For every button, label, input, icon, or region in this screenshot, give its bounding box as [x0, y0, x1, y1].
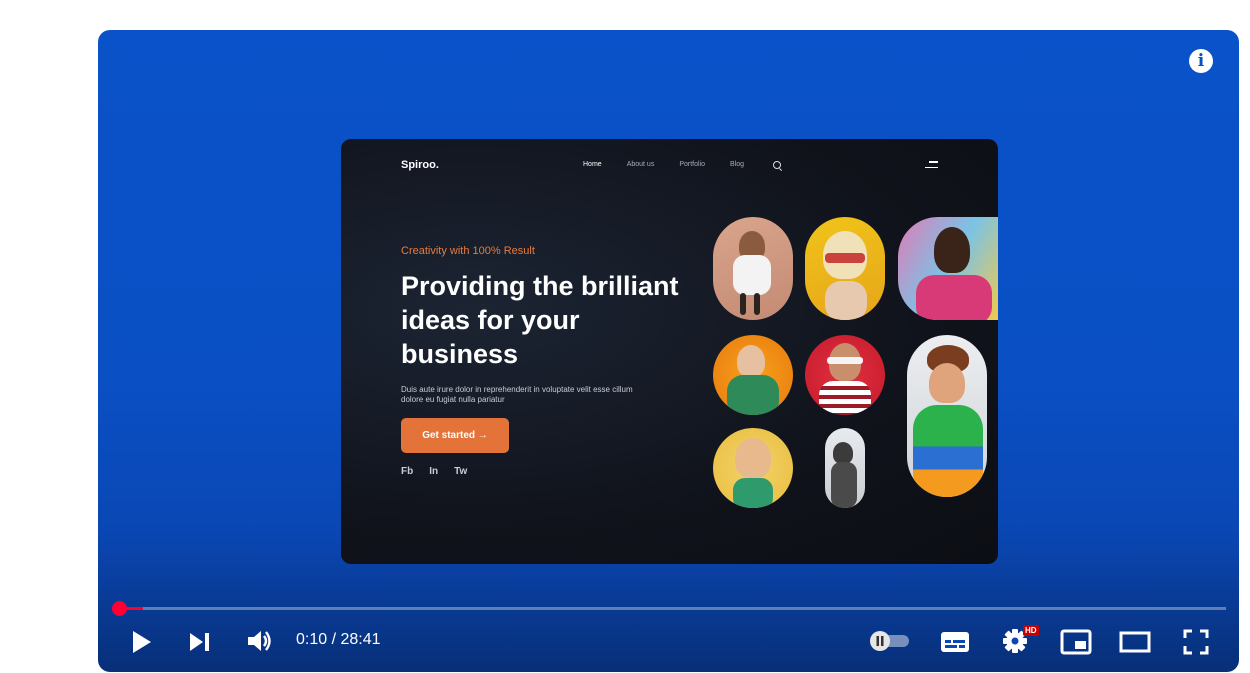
- fullscreen-icon: [1183, 629, 1209, 655]
- headline: Providing the brilliant ideas for your b…: [401, 271, 679, 369]
- theater-button[interactable]: [1119, 631, 1151, 653]
- site-nav: Home About us Portfolio Blog: [583, 161, 769, 168]
- description: Duis aute irure dolor in reprehenderit i…: [401, 385, 633, 404]
- fullscreen-button[interactable]: [1183, 629, 1209, 655]
- video-frame: Spiroo. Home About us Portfolio Blog Cre…: [341, 139, 998, 564]
- portrait-photo: [713, 217, 793, 320]
- info-icon[interactable]: i: [1189, 49, 1213, 73]
- portrait-photo: [713, 428, 793, 508]
- next-icon: [190, 633, 209, 651]
- miniplayer-button[interactable]: [1060, 629, 1092, 655]
- nav-blog: Blog: [730, 161, 745, 168]
- portrait-photo: [713, 335, 793, 415]
- next-button[interactable]: [188, 630, 212, 654]
- nav-about: About us: [626, 161, 655, 168]
- menu-icon: [925, 161, 938, 169]
- social-fb: Fb: [401, 466, 414, 477]
- get-started-button: Get started →: [401, 418, 509, 453]
- search-icon: [773, 161, 781, 169]
- video-player[interactable]: i Spiroo. Home About us Portfolio Blog C…: [98, 30, 1239, 672]
- social-in: In: [429, 466, 439, 477]
- tagline: Creativity with 100% Result: [401, 245, 535, 257]
- subtitles-button[interactable]: [940, 630, 970, 654]
- volume-button[interactable]: [246, 628, 274, 654]
- miniplayer-icon: [1060, 629, 1092, 655]
- play-icon: [133, 631, 151, 653]
- nav-portfolio: Portfolio: [679, 161, 706, 168]
- volume-icon: [248, 631, 271, 651]
- portrait-photo: [805, 335, 885, 415]
- hd-badge: HD: [1023, 625, 1039, 636]
- play-button[interactable]: [130, 628, 154, 656]
- time-display: 0:10 / 28:41: [296, 631, 381, 648]
- progress-bar[interactable]: [112, 601, 1226, 616]
- theater-icon: [1119, 631, 1151, 653]
- brand-logo: Spiroo.: [401, 159, 439, 171]
- portrait-photo: [825, 428, 865, 508]
- nav-home: Home: [583, 161, 602, 168]
- progress-scrubber[interactable]: [112, 601, 127, 616]
- portrait-photo: [898, 217, 998, 320]
- social-tw: Tw: [454, 466, 468, 477]
- social-links: Fb In Tw: [401, 466, 483, 477]
- subtitles-icon: [941, 632, 969, 652]
- portrait-photo: [805, 217, 885, 320]
- autoplay-toggle[interactable]: [869, 630, 911, 652]
- portrait-photo: [907, 335, 987, 497]
